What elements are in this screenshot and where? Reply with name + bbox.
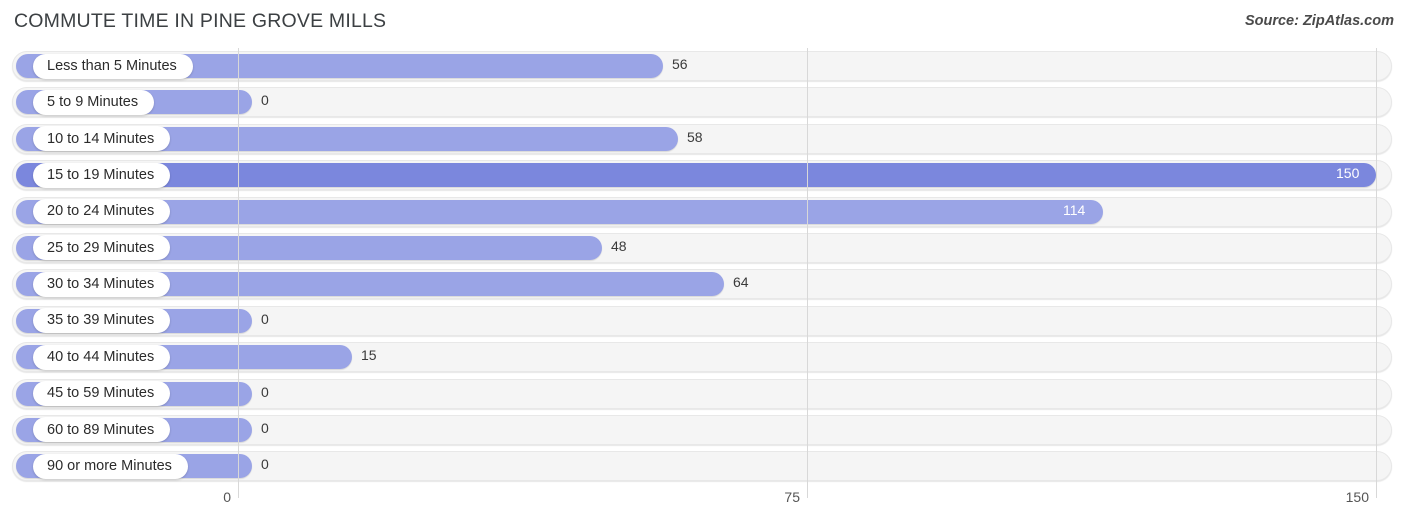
bar-value-label: 150 — [1336, 165, 1360, 182]
bar-category-label: 10 to 14 Minutes — [33, 126, 171, 152]
bar-value-label: 0 — [261, 383, 269, 400]
chart-page: COMMUTE TIME IN PINE GROVE MILLS Source:… — [0, 0, 1406, 523]
bar-row[interactable]: 90 or more Minutes 0 — [0, 448, 1406, 484]
axis-tick-label: 150 — [1345, 489, 1369, 505]
bar-category-label: 25 to 29 Minutes — [33, 235, 171, 261]
bar-category-label-text: 10 to 14 Minutes — [47, 130, 155, 147]
bar[interactable] — [16, 199, 1103, 224]
bar-category-label: 30 to 34 Minutes — [33, 271, 171, 297]
bar-category-label-text: 90 or more Minutes — [47, 458, 172, 475]
bar-row[interactable]: Less than 5 Minutes 56 — [0, 48, 1406, 84]
bar-row[interactable]: 10 to 14 Minutes 58 — [0, 121, 1406, 157]
axis-tick — [238, 485, 239, 498]
bar-value-label: 114 — [1063, 201, 1086, 218]
bar-category-label-text: 15 to 19 Minutes — [47, 166, 155, 183]
bar-value-label: 15 — [361, 347, 377, 364]
page-title: COMMUTE TIME IN PINE GROVE MILLS — [14, 10, 387, 32]
axis-tick-label: 0 — [223, 489, 231, 505]
bar-chart-plot-area: Less than 5 Minutes 56 5 to 9 Minutes 0 10 t… — [0, 48, 1406, 485]
bar-category-label-text: Less than 5 Minutes — [47, 57, 177, 74]
bar-category-label: Less than 5 Minutes — [33, 53, 193, 79]
bar-value-label: 0 — [261, 310, 269, 327]
bar-row[interactable]: 20 to 24 Minutes 114 — [0, 194, 1406, 230]
bar-row[interactable]: 15 to 19 Minutes 150 — [0, 157, 1406, 193]
bar-row[interactable]: 5 to 9 Minutes 0 — [0, 84, 1406, 120]
axis-tick-label: 75 — [784, 489, 800, 505]
bar-value-label: 56 — [672, 56, 688, 72]
bar-category-label: 35 to 39 Minutes — [33, 308, 171, 334]
bar-row[interactable]: 30 to 34 Minutes 64 — [0, 266, 1406, 302]
bar-row[interactable]: 40 to 44 Minutes 15 — [0, 339, 1406, 375]
bar-category-label: 20 to 24 Minutes — [33, 199, 171, 225]
axis-tick — [1376, 485, 1377, 498]
bar-category-label: 45 to 59 Minutes — [33, 381, 171, 407]
bar-row[interactable]: 45 to 59 Minutes 0 — [0, 376, 1406, 412]
bar-category-label-text: 20 to 24 Minutes — [47, 203, 155, 220]
bar-category-label-text: 40 to 44 Minutes — [47, 348, 155, 365]
bar-category-label-text: 25 to 29 Minutes — [47, 239, 155, 256]
bar-category-label: 15 to 19 Minutes — [33, 162, 171, 188]
source-attribution: Source: ZipAtlas.com — [1244, 13, 1394, 29]
bar[interactable] — [16, 163, 1376, 188]
bar-value-label: 58 — [687, 128, 703, 145]
x-axis: 0 75 150 — [0, 485, 1406, 523]
bar-category-label: 60 to 89 Minutes — [33, 417, 171, 443]
bar-value-label: 0 — [261, 92, 269, 109]
bar-category-label-text: 5 to 9 Minutes — [47, 94, 139, 111]
bar-category-label: 40 to 44 Minutes — [33, 344, 171, 370]
bar-row[interactable]: 35 to 39 Minutes 0 — [0, 303, 1406, 339]
bar-value-label: 0 — [261, 419, 269, 436]
bar-category-label-text: 45 to 59 Minutes — [47, 385, 155, 402]
bar-rows: Less than 5 Minutes 56 5 to 9 Minutes 0 10 t… — [0, 48, 1406, 485]
bar-value-label: 0 — [261, 456, 269, 473]
bar-category-label-text: 30 to 34 Minutes — [47, 276, 155, 293]
bar-category-label: 90 or more Minutes — [33, 453, 188, 479]
bar-row[interactable]: 25 to 29 Minutes 48 — [0, 230, 1406, 266]
bar-category-label-text: 35 to 39 Minutes — [47, 312, 155, 329]
bar-category-label-text: 60 to 89 Minutes — [47, 421, 155, 438]
bar-value-label: 64 — [733, 274, 749, 291]
axis-tick — [807, 485, 808, 498]
bar-row[interactable]: 60 to 89 Minutes 0 — [0, 412, 1406, 448]
bar-category-label: 5 to 9 Minutes — [33, 89, 155, 115]
bar-value-label: 48 — [611, 237, 627, 254]
